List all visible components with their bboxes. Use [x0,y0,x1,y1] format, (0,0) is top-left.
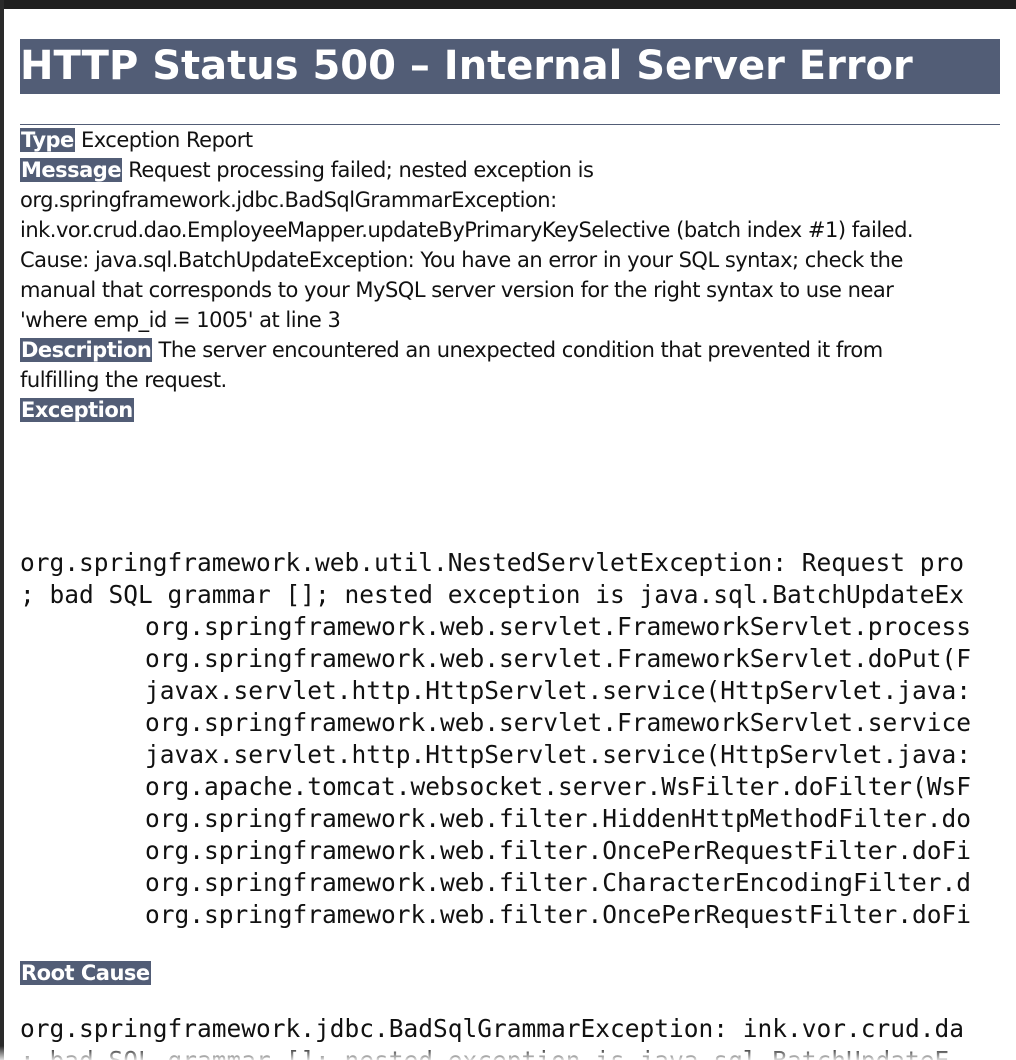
stack-trace-line: ; bad SQL grammar []; nested exception i… [20,1045,1016,1060]
error-page: HTTP Status 500 – Internal Server Error … [20,9,1016,1060]
message-line-5: manual that corresponds to your MySQL se… [20,278,894,302]
message-line-2: org.springframework.jdbc.BadSqlGrammarEx… [20,188,557,212]
stack-trace-line: ; bad SQL grammar []; nested exception i… [20,580,965,609]
message-line-4: Cause: java.sql.BatchUpdateException: Yo… [20,248,903,272]
type-section: Type Exception Report [20,125,980,155]
stack-trace-line: org.springframework.web.filter.OncePerRe… [145,900,972,929]
message-line-6: 'where emp_id = 1005' at line 3 [20,308,341,332]
stack-trace-line: javax.servlet.http.HttpServlet.service(H… [145,676,972,705]
message-label: Message [20,158,123,182]
page-title: HTTP Status 500 – Internal Server Error [20,39,1000,94]
stack-trace-line: org.springframework.web.filter.OncePerRe… [145,836,972,865]
stack-trace-line: org.springframework.web.servlet.Framewor… [145,612,972,641]
stack-trace-line: org.springframework.web.servlet.Framewor… [145,644,972,673]
message-line-3: ink.vor.crud.dao.EmployeeMapper.updateBy… [20,218,914,242]
stack-trace-line: javax.servlet.http.HttpServlet.service(H… [145,740,972,769]
type-text: Exception Report [74,128,253,152]
root-cause-stack-trace: org.springframework.jdbc.BadSqlGrammarEx… [20,1013,1016,1060]
window-top-bar [0,0,1016,9]
stack-trace-line: org.springframework.web.servlet.Framewor… [145,708,972,737]
stack-trace-line: org.springframework.web.filter.HiddenHtt… [145,804,972,833]
description-line-2: fulfilling the request. [20,368,227,392]
window-left-edge [0,0,4,1060]
type-label: Type [20,128,75,152]
description-line-1: The server encountered an unexpected con… [152,338,884,362]
stack-trace-line: org.springframework.web.filter.Character… [145,868,972,897]
message-section: Message Request processing failed; neste… [20,155,980,335]
stack-trace-line: org.springframework.web.util.NestedServl… [20,548,965,577]
root-cause-section: Root Cause [20,958,980,988]
stack-trace-line: org.springframework.jdbc.BadSqlGrammarEx… [20,1014,965,1043]
exception-label: Exception [20,398,134,422]
stack-trace-line: org.apache.tomcat.websocket.server.WsFil… [145,772,972,801]
description-section: Description The server encountered an un… [20,335,980,395]
description-label: Description [20,338,153,362]
exception-section: Exception [20,395,980,425]
root-cause-label: Root Cause [20,961,151,985]
exception-stack-trace: org.springframework.web.util.NestedServl… [20,547,1016,931]
message-line-1: Request processing failed; nested except… [122,158,594,182]
